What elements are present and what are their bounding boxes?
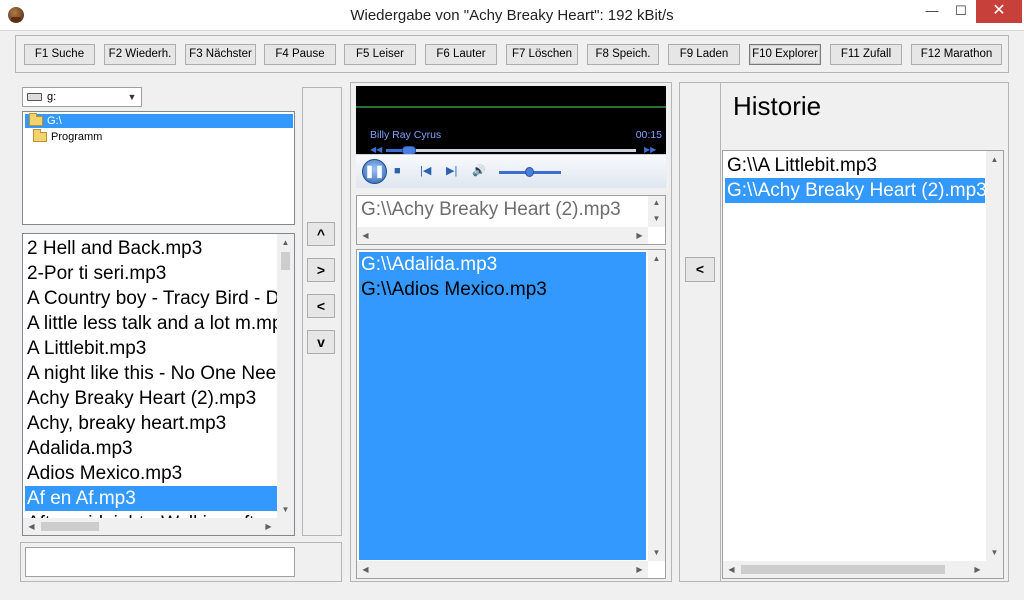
media-player[interactable]: Billy Ray Cyrus 00:15 ◀◀ ▶▶ ❚❚ ■ |◀ ▶| 🔊: [356, 86, 666, 188]
f7-delete-button[interactable]: F7 Löschen: [506, 44, 578, 65]
file-item-selected[interactable]: Af en Af.mp3: [25, 486, 277, 511]
tree-item-root[interactable]: G:\: [25, 113, 293, 128]
scroll-right-icon[interactable]: ▶: [631, 561, 648, 578]
scroll-down-icon[interactable]: ▼: [648, 210, 665, 227]
scroll-right-icon[interactable]: ▶: [631, 227, 648, 244]
drive-icon: [27, 93, 42, 101]
scroll-left-icon[interactable]: ◀: [723, 561, 740, 578]
tree-item-programm[interactable]: Programm: [29, 129, 106, 144]
scroll-left-icon[interactable]: ◀: [357, 227, 374, 244]
scroll-right-icon[interactable]: ▶: [260, 518, 277, 535]
drive-label: g:: [47, 91, 57, 103]
file-list[interactable]: 2 Hell and Back.mp3 2-Por ti seri.mp3 A …: [22, 233, 295, 536]
f2-repeat-button[interactable]: F2 Wiederh.: [104, 44, 176, 65]
history-hscroll[interactable]: ◀ ▶: [723, 561, 1003, 578]
scroll-up-icon[interactable]: ▲: [986, 151, 1003, 168]
volume-icon[interactable]: 🔊: [472, 164, 486, 178]
add-to-queue-button[interactable]: >: [307, 258, 335, 282]
file-item[interactable]: 2 Hell and Back.mp3: [25, 236, 277, 261]
file-list-hscroll[interactable]: ◀ ▶: [23, 518, 294, 535]
drive-select[interactable]: g: ▼: [22, 87, 142, 107]
stop-icon[interactable]: ■: [394, 164, 401, 178]
next-icon[interactable]: ▶|: [446, 164, 457, 178]
scroll-down-icon[interactable]: ▼: [277, 501, 294, 518]
f8-save-button[interactable]: F8 Speich.: [587, 44, 659, 65]
f1-search-button[interactable]: F1 Suche: [24, 44, 95, 65]
scroll-down-icon[interactable]: ▼: [986, 544, 1003, 561]
now-playing-vscroll[interactable]: ▲ ▼: [648, 196, 665, 227]
playlist-queue[interactable]: G:\\Adalida.mp3 G:\\Adios Mexico.mp3 ▲ ▼…: [356, 249, 666, 579]
seek-slider[interactable]: [386, 146, 636, 155]
scroll-down-icon[interactable]: ▼: [648, 544, 665, 561]
waveform: [356, 106, 666, 108]
forward-icon[interactable]: ▶▶: [644, 145, 656, 154]
file-item[interactable]: A night like this - No One Needs To Know: [25, 361, 277, 386]
history-item[interactable]: G:\\A Littlebit.mp3: [725, 153, 985, 178]
folder-icon: [33, 129, 47, 142]
maximize-button[interactable]: ☐: [946, 0, 976, 23]
f6-louder-button[interactable]: F6 Lauter: [425, 44, 497, 65]
history-vscroll[interactable]: ▲ ▼: [986, 151, 1003, 561]
history-back-button[interactable]: <: [685, 257, 715, 282]
file-item[interactable]: A Country boy - Tracy Bird - Dallas: [25, 286, 277, 311]
player-controls: ❚❚ ■ |◀ ▶| 🔊: [356, 154, 666, 188]
queue-item[interactable]: G:\\Adalida.mp3: [361, 252, 497, 277]
now-playing-text: G:\\Achy Breaky Heart (2).mp3: [361, 199, 621, 220]
history-list[interactable]: G:\\A Littlebit.mp3 G:\\Achy Breaky Hear…: [722, 150, 1004, 579]
rewind-icon[interactable]: ◀◀: [370, 145, 382, 154]
file-item[interactable]: Achy, breaky heart.mp3: [25, 411, 277, 436]
scroll-up-icon[interactable]: ▲: [648, 250, 665, 267]
now-playing-box: G:\\Achy Breaky Heart (2).mp3 ▲ ▼ ◀ ▶: [356, 195, 666, 245]
time-label: 00:15: [635, 129, 662, 141]
f5-quieter-button[interactable]: F5 Leiser: [344, 44, 416, 65]
file-list-vscroll[interactable]: ▲ ▼: [277, 234, 294, 518]
window-title: Wiedergabe von "Achy Breaky Heart": 192 …: [350, 7, 674, 24]
queue-hscroll[interactable]: ◀ ▶: [357, 561, 648, 578]
move-up-button[interactable]: ^: [307, 222, 335, 246]
history-buttons-panel: [679, 82, 721, 582]
now-playing-hscroll[interactable]: ◀ ▶: [357, 227, 648, 244]
volume-slider[interactable]: [499, 167, 561, 177]
queue-item[interactable]: G:\\Adios Mexico.mp3: [361, 277, 547, 302]
history-item-selected[interactable]: G:\\Achy Breaky Heart (2).mp3: [725, 178, 985, 203]
move-down-button[interactable]: v: [307, 330, 335, 354]
scroll-up-icon[interactable]: ▲: [277, 234, 294, 251]
folder-tree[interactable]: G:\ Programm: [22, 111, 295, 225]
previous-icon[interactable]: |◀: [420, 164, 431, 178]
f4-pause-button[interactable]: F4 Pause: [264, 44, 336, 65]
f3-next-button[interactable]: F3 Nächster: [185, 44, 256, 65]
artist-label: Billy Ray Cyrus: [370, 129, 442, 141]
file-item[interactable]: Adios Mexico.mp3: [25, 461, 277, 486]
scroll-thumb[interactable]: [281, 252, 290, 270]
remove-button[interactable]: <: [307, 294, 335, 318]
chevron-down-icon[interactable]: ▼: [125, 90, 139, 104]
scroll-left-icon[interactable]: ◀: [23, 518, 40, 535]
folder-open-icon: [29, 113, 43, 126]
scroll-thumb[interactable]: [41, 522, 99, 531]
file-item[interactable]: Achy Breaky Heart (2).mp3: [25, 386, 277, 411]
scroll-thumb[interactable]: [741, 565, 945, 574]
f12-marathon-button[interactable]: F12 Marathon: [911, 44, 1002, 65]
pause-button[interactable]: ❚❚: [362, 159, 387, 184]
file-item[interactable]: 2-Por ti seri.mp3: [25, 261, 277, 286]
scroll-right-icon[interactable]: ▶: [969, 561, 986, 578]
file-item[interactable]: A little less talk and a lot m.mp3: [25, 311, 277, 336]
scroll-up-icon[interactable]: ▲: [648, 194, 665, 211]
file-item[interactable]: Adalida.mp3: [25, 436, 277, 461]
f11-shuffle-button[interactable]: F11 Zufall: [830, 44, 902, 65]
minimize-button[interactable]: —: [917, 0, 947, 23]
close-button[interactable]: ✕: [976, 0, 1022, 23]
history-title: Historie: [733, 91, 822, 121]
search-input[interactable]: [25, 547, 295, 577]
volume-thumb[interactable]: [525, 167, 534, 177]
f9-load-button[interactable]: F9 Laden: [668, 44, 740, 65]
file-item[interactable]: A Littlebit.mp3: [25, 336, 277, 361]
scroll-left-icon[interactable]: ◀: [357, 561, 374, 578]
queue-vscroll[interactable]: ▲ ▼: [648, 250, 665, 561]
f10-explorer-button[interactable]: F10 Explorer: [749, 44, 821, 65]
